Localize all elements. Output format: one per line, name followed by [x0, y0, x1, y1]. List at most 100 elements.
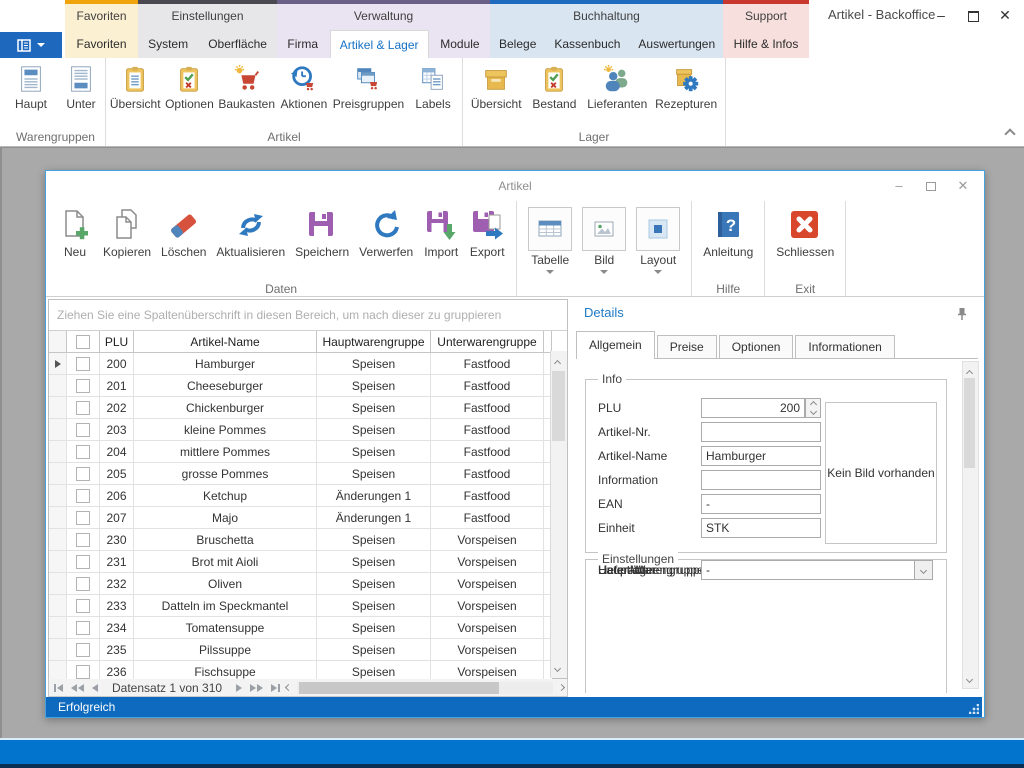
row-checkbox[interactable] — [67, 617, 100, 638]
anleitung-button[interactable]: ? Anleitung — [698, 205, 758, 261]
plu-input[interactable]: 200 — [701, 398, 805, 418]
details-vertical-scrollbar[interactable] — [962, 361, 979, 689]
table-row[interactable]: 207 Majo Änderungen 1 Fastfood — [49, 507, 552, 529]
ribbon-tab[interactable]: Kassenbuch — [545, 30, 629, 58]
row-checkbox[interactable] — [67, 463, 100, 484]
scroll-up-icon[interactable] — [555, 355, 560, 369]
table-row[interactable]: 201 Cheeseburger Speisen Fastfood — [49, 375, 552, 397]
child-titlebar[interactable]: Artikel – ✕ — [46, 171, 984, 201]
child-close-button[interactable]: ✕ — [950, 174, 976, 198]
table-row[interactable]: 203 kleine Pommes Speisen Fastfood — [49, 419, 552, 441]
ribbon-tab[interactable]: Favoriten — [67, 30, 135, 58]
row-checkbox[interactable] — [67, 595, 100, 616]
details-tab[interactable]: Informationen — [795, 335, 894, 358]
scrollbar-thumb[interactable] — [299, 682, 499, 694]
nav-first-button[interactable] — [52, 684, 65, 692]
row-checkbox[interactable] — [67, 353, 100, 374]
details-tab[interactable]: Preise — [657, 335, 717, 358]
scrollbar-thumb[interactable] — [552, 371, 565, 441]
row-checkbox[interactable] — [67, 507, 100, 528]
plu-spinner[interactable] — [805, 398, 821, 418]
table-row[interactable]: 235 Pilssuppe Speisen Vorspeisen — [49, 639, 552, 661]
haupt-button[interactable]: Haupt — [6, 64, 56, 111]
information-input[interactable] — [701, 470, 821, 490]
lieferanten-button[interactable]: Lieferanten — [587, 64, 647, 111]
close-button[interactable]: ✕ — [992, 3, 1018, 27]
verwerfen-button[interactable]: Verwerfen — [354, 205, 418, 261]
artikel-nr-input[interactable] — [701, 422, 821, 442]
labels-button[interactable]: Labels — [408, 64, 458, 111]
ribbon-collapse-icon[interactable] — [1004, 128, 1015, 139]
minimize-button[interactable]: – — [928, 3, 954, 27]
artikel-name-input[interactable]: Hamburger — [701, 446, 821, 466]
row-checkbox[interactable] — [67, 397, 100, 418]
nav-prev-button[interactable] — [90, 684, 100, 692]
row-checkbox[interactable] — [67, 639, 100, 660]
pin-icon[interactable] — [956, 307, 968, 321]
resize-grip[interactable] — [969, 704, 979, 714]
table-row[interactable]: 233 Datteln im Speckmantel Speisen Vorsp… — [49, 595, 552, 617]
application-menu-button[interactable] — [0, 32, 62, 58]
details-tab[interactable]: Allgemein — [576, 331, 655, 359]
row-checkbox[interactable] — [67, 375, 100, 396]
row-checkbox[interactable] — [67, 485, 100, 506]
row-checkbox[interactable] — [67, 529, 100, 550]
group-by-panel[interactable]: Ziehen Sie eine Spaltenüberschrift in di… — [49, 300, 567, 331]
baukasten-button[interactable]: Baukasten — [218, 64, 275, 111]
nav-next-page-button[interactable] — [248, 684, 265, 692]
kopieren-button[interactable]: Kopieren — [98, 205, 156, 261]
table-row[interactable]: 231 Brot mit Aioli Speisen Vorspeisen — [49, 551, 552, 573]
table-row[interactable]: 206 Ketchup Änderungen 1 Fastfood — [49, 485, 552, 507]
schliessen-button[interactable]: Schliessen — [771, 205, 839, 261]
row-checkbox[interactable] — [67, 441, 100, 462]
child-maximize-button[interactable] — [918, 174, 944, 198]
tabelle-button[interactable]: Tabelle — [523, 205, 577, 276]
ribbon-tab[interactable]: Oberfläche — [199, 30, 276, 58]
grid-vertical-scrollbar[interactable] — [550, 351, 567, 678]
column-header-main-group[interactable]: Hauptwarengruppe — [317, 331, 431, 352]
ribbon-tab[interactable]: Auswertungen — [629, 30, 724, 58]
neu-button[interactable]: Neu — [52, 205, 98, 261]
header-checkbox[interactable] — [67, 331, 100, 352]
hscroll-right-icon[interactable] — [558, 684, 565, 691]
dropdown-button[interactable] — [914, 561, 932, 579]
table-row[interactable]: 200 Hamburger Speisen Fastfood — [49, 353, 552, 375]
bestand-button[interactable]: Bestand — [529, 64, 579, 111]
row-checkbox[interactable] — [67, 551, 100, 572]
details-tab[interactable]: Optionen — [719, 335, 794, 358]
ean-input[interactable]: - — [701, 494, 821, 514]
preisgruppen-button[interactable]: Preisgruppen — [333, 64, 404, 111]
row-checkbox[interactable] — [67, 419, 100, 440]
child-minimize-button[interactable]: – — [886, 174, 912, 198]
table-row[interactable]: 234 Tomatensuppe Speisen Vorspeisen — [49, 617, 552, 639]
restore-button[interactable] — [960, 3, 986, 27]
bild-button[interactable]: Bild — [577, 205, 631, 276]
aktionen-button[interactable]: Aktionen — [279, 64, 329, 111]
lager-uebersicht-button[interactable]: Übersicht — [471, 64, 522, 111]
nav-last-button[interactable] — [269, 684, 282, 692]
table-row[interactable]: 202 Chickenburger Speisen Fastfood — [49, 397, 552, 419]
layout-button[interactable]: Layout — [631, 205, 685, 276]
scroll-down-icon[interactable] — [967, 671, 972, 685]
ribbon-tab[interactable]: Module — [431, 30, 488, 58]
scroll-down-icon[interactable] — [555, 660, 560, 674]
ribbon-tab[interactable]: Belege — [490, 30, 545, 58]
table-row[interactable]: 205 grosse Pommes Speisen Fastfood — [49, 463, 552, 485]
ribbon-tab[interactable]: Artikel & Lager — [330, 30, 429, 58]
artikel-optionen-button[interactable]: Optionen — [164, 64, 214, 111]
aktualisieren-button[interactable]: Aktualisieren — [211, 205, 290, 261]
export-button[interactable]: Export — [464, 205, 510, 261]
table-row[interactable]: 230 Bruschetta Speisen Vorspeisen — [49, 529, 552, 551]
row-checkbox[interactable] — [67, 661, 100, 679]
unter-button[interactable]: Unter — [56, 64, 106, 111]
column-header-name[interactable]: Artikel-Name — [134, 331, 317, 352]
rezepturen-button[interactable]: Rezepturen — [655, 64, 717, 111]
dropdown-select[interactable]: - — [701, 560, 933, 580]
loeschen-button[interactable]: Löschen — [156, 205, 211, 261]
einheit-input[interactable]: STK — [701, 518, 821, 538]
column-header-clipped[interactable]: Pr — [544, 331, 552, 352]
table-row[interactable]: 204 mittlere Pommes Speisen Fastfood — [49, 441, 552, 463]
hscroll-left-icon[interactable] — [285, 684, 292, 691]
ribbon-tab[interactable]: System — [139, 30, 197, 58]
table-row[interactable]: 236 Fischsuppe Speisen Vorspeisen — [49, 661, 552, 679]
